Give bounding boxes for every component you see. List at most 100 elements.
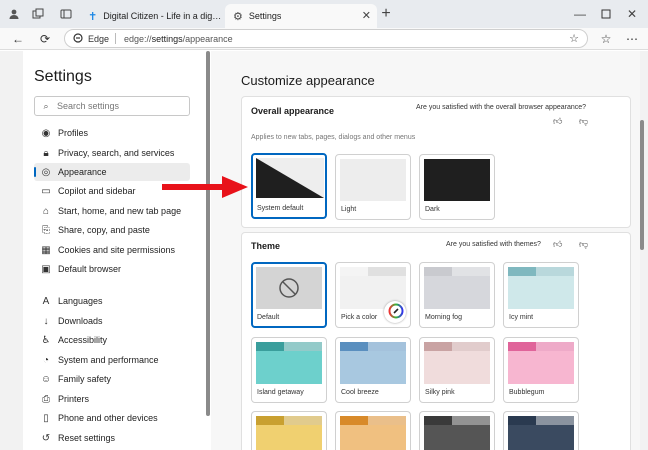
overall-heading: Overall appearance — [251, 106, 335, 116]
theme-silky-pink[interactable]: Silky pink — [419, 337, 495, 403]
address-url: edge://settings/appearance — [124, 34, 233, 44]
theme-preview — [340, 267, 406, 323]
theme-morning-fog[interactable]: Morning fog — [419, 262, 495, 328]
favorite-star-icon[interactable]: ☆ — [569, 32, 579, 45]
sidebar-item-label: Copilot and sidebar — [58, 186, 136, 196]
theme-label: Cool breeze — [341, 389, 379, 396]
theme-unlabeled-11[interactable] — [503, 411, 579, 450]
profile-icon[interactable] — [4, 4, 24, 24]
sidebar-item-printers[interactable]: ⎙ Printers — [34, 390, 190, 408]
sidebar-item-phone-and-other-devices[interactable]: ▯ Phone and other devices — [34, 409, 190, 427]
gear-icon: ⚙ — [233, 10, 243, 23]
theme-default[interactable]: Default — [251, 262, 327, 328]
toolbar: ← ⟳ Edge edge://settings/appearance ☆ ☆ … — [0, 28, 648, 50]
lock-icon: 🔒︎ — [43, 147, 49, 159]
theme-preview — [424, 267, 490, 309]
theme-icy-mint[interactable]: Icy mint — [503, 262, 579, 328]
sidebar-item-privacy-search-and-services[interactable]: 🔒︎ Privacy, search, and services — [34, 144, 190, 162]
content-scrollbar[interactable] — [640, 60, 645, 450]
thumbs-down-icon[interactable]: 👎︎ — [579, 116, 588, 127]
tab-digital-citizen[interactable]: ✝ Digital Citizen - Life in a digital w — [80, 4, 222, 28]
theme-label: Island getaway — [257, 389, 304, 396]
url-host: settings — [151, 33, 183, 44]
no-theme-icon — [279, 278, 299, 298]
theme-preview — [424, 416, 490, 450]
sidebar-item-profiles[interactable]: ◉ Profiles — [34, 124, 190, 142]
system-default-preview — [256, 158, 324, 200]
theme-heading: Theme — [251, 241, 281, 251]
sidebar-item-downloads[interactable]: ↓ Downloads — [34, 312, 190, 330]
theme-pick-a-color[interactable]: Pick a color — [335, 262, 411, 328]
family-icon: ☺ — [40, 373, 52, 385]
thumbs-up-icon[interactable]: 👍︎ — [553, 239, 562, 250]
scrollbar-thumb[interactable] — [640, 120, 644, 250]
sidebar-item-default-browser[interactable]: ▣ Default browser — [34, 260, 190, 278]
sidebar-item-label: Printers — [58, 394, 90, 404]
thumbs-down-icon[interactable]: 👎︎ — [579, 239, 588, 250]
option-dark[interactable]: Dark — [419, 154, 495, 220]
download-icon: ↓ — [43, 315, 49, 327]
refresh-icon[interactable]: ⟳ — [36, 30, 54, 48]
sidebar-item-cookies-and-site-permissions[interactable]: ▦ Cookies and site permissions — [34, 241, 190, 259]
address-bar[interactable]: Edge edge://settings/appearance ☆ — [64, 29, 588, 48]
theme-cool-breeze[interactable]: Cool breeze — [335, 337, 411, 403]
thumbs-up-icon[interactable]: 👍︎ — [553, 116, 562, 127]
theme-unlabeled-9[interactable] — [335, 411, 411, 450]
share-icon: ⎘ — [42, 224, 50, 236]
theme-label: Icy mint — [509, 314, 534, 321]
sidebar-item-label: Family safety — [58, 374, 112, 384]
new-tab-icon[interactable]: + — [376, 4, 396, 24]
sidebar-item-share-copy-and-paste[interactable]: ⎘ Share, copy, and paste — [34, 221, 190, 239]
cookie-icon: ▦ — [41, 244, 51, 256]
overall-subtitle: Applies to new tabs, pages, dialogs and … — [251, 134, 416, 141]
option-light[interactable]: Light — [335, 154, 411, 220]
search-input[interactable]: ⌕ Search settings — [34, 96, 190, 116]
theme-label: Pick a color — [341, 314, 378, 321]
sidebar-item-system-and-performance[interactable]: ◔ System and performance — [34, 351, 190, 369]
url-path: /appearance — [182, 33, 233, 44]
phone-icon: ▯ — [43, 412, 49, 424]
workspaces-icon[interactable] — [28, 4, 48, 24]
tab-settings[interactable]: ⚙ Settings ✕ — [225, 4, 377, 28]
url-prefix: edge:// — [124, 33, 152, 44]
theme-preview — [508, 416, 574, 450]
theme-preview — [256, 416, 322, 450]
theme-bubblegum[interactable]: Bubblegum — [503, 337, 579, 403]
more-menu-icon[interactable]: ⋯ — [623, 30, 641, 48]
sidebar-item-label: Reset settings — [58, 433, 116, 443]
close-window-icon[interactable]: ✕ — [622, 4, 642, 24]
color-picker-icon[interactable] — [388, 303, 404, 319]
sidebar-item-accessibility[interactable]: ♿︎ Accessibility — [34, 331, 190, 349]
theme-preview — [256, 267, 322, 309]
sidebar-item-languages[interactable]: A Languages — [34, 292, 190, 310]
back-icon[interactable]: ← — [9, 30, 27, 48]
favorites-icon[interactable]: ☆ — [597, 30, 615, 48]
sidebar-item-label: Languages — [58, 296, 103, 306]
theme-unlabeled-8[interactable] — [251, 411, 327, 450]
theme-preview — [424, 342, 490, 384]
light-preview — [340, 159, 406, 201]
sidebar-item-reset-settings[interactable]: ↺ Reset settings — [34, 429, 190, 447]
page-title: Customize appearance — [241, 73, 375, 88]
address-brand: Edge — [88, 33, 110, 44]
sidebar-item-label: System and performance — [58, 355, 159, 365]
sidebar-item-label: Appearance — [58, 167, 107, 177]
sidebar-item-family-safety[interactable]: ☺ Family safety — [34, 370, 190, 388]
scrollbar-thumb[interactable] — [206, 51, 210, 416]
sidebar-item-label: Downloads — [58, 316, 103, 326]
sidebar-title: Settings — [34, 68, 92, 85]
theme-island-getaway[interactable]: Island getaway — [251, 337, 327, 403]
minimize-icon[interactable]: — — [570, 4, 590, 24]
tab-actions-icon[interactable] — [56, 4, 76, 24]
option-label: Light — [341, 206, 357, 213]
profile-icon: ◉ — [41, 127, 51, 139]
theme-unlabeled-10[interactable] — [419, 411, 495, 450]
close-icon[interactable]: ✕ — [362, 9, 371, 22]
sidebar-item-label: Default browser — [58, 264, 122, 274]
cross-logo-icon: ✝ — [88, 10, 98, 23]
theme-preview — [340, 416, 406, 450]
home-icon: ⌂ — [42, 205, 50, 217]
option-system-default[interactable]: System default — [251, 153, 327, 219]
maximize-icon[interactable] — [596, 4, 616, 24]
tab-title: Settings — [248, 11, 282, 21]
